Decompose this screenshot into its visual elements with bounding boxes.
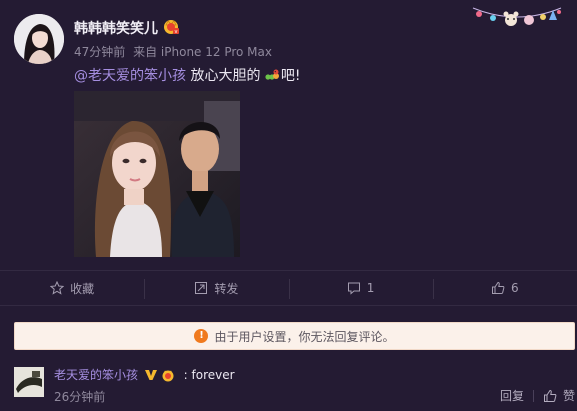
like-button[interactable]: 6 [432,271,577,305]
commenter-username[interactable]: 老天爱的笨小孩 [54,368,138,382]
thumbs-up-icon [492,281,505,294]
weibo-post-card: 韩韩韩笑笑儿 v 47分钟前 来自 iPhone 12 Pro Max @老天爱… [0,0,577,411]
comment-separator: : [183,368,188,382]
repost-icon [195,282,208,294]
post-photo[interactable] [74,91,240,257]
repost-label: 转发 [214,281,239,296]
like-count: 6 [511,281,519,295]
selfie-photo-image [74,91,240,257]
post-text-tail: 吧! [280,68,301,84]
comment-reply-button[interactable]: 回复 [500,387,524,404]
svg-text:v: v [175,29,178,35]
favorite-label: 收藏 [70,281,95,296]
comment-time: 26分钟前 [54,390,106,404]
caterpillar-emoji-icon [265,69,279,80]
notice-text: 由于用户设置，你无法回复评论。 [214,329,395,344]
post-text: @老天爱的笨小孩 放心大胆的 吧! [74,65,301,85]
post-time[interactable]: 47分钟前 [74,45,125,59]
post-text-body: 放心大胆的 [186,68,261,84]
mention-link[interactable]: @老天爱的笨小孩 [74,68,186,84]
divider [532,389,534,402]
commenter-avatar[interactable] [14,367,44,397]
comment-count: 1 [366,281,375,295]
verified-badges-icon [144,370,174,382]
comment-like-button[interactable]: 赞 [563,387,575,404]
comment-icon [347,282,360,295]
warning-icon: ! [194,329,209,343]
festive-decoration-icon [472,7,562,26]
post-meta: 47分钟前 来自 iPhone 12 Pro Max [74,43,276,60]
comment-text: forever [191,368,235,382]
comment-actions: 回复 赞 [500,387,575,404]
avatar-image [14,14,64,64]
commenter-avatar-image [14,367,44,397]
post-source: 来自 iPhone 12 Pro Max [133,45,272,59]
reply-restricted-notice: ! 由于用户设置，你无法回复评论。 [14,322,575,350]
repost-button[interactable]: 转发 [144,271,288,305]
author-username[interactable]: 韩韩韩笑笑儿 [74,18,158,38]
comment-button[interactable]: 1 [288,271,433,305]
comment-thumbs-up-icon[interactable] [543,389,557,403]
star-icon [50,281,65,295]
crown-badge-icon[interactable]: v [162,17,180,35]
comment-content: 老天爱的笨小孩 : forever [54,366,235,383]
author-avatar[interactable] [14,14,64,64]
favorite-button[interactable]: 收藏 [0,271,144,305]
post-action-bar: 收藏 转发 1 6 [0,270,577,306]
